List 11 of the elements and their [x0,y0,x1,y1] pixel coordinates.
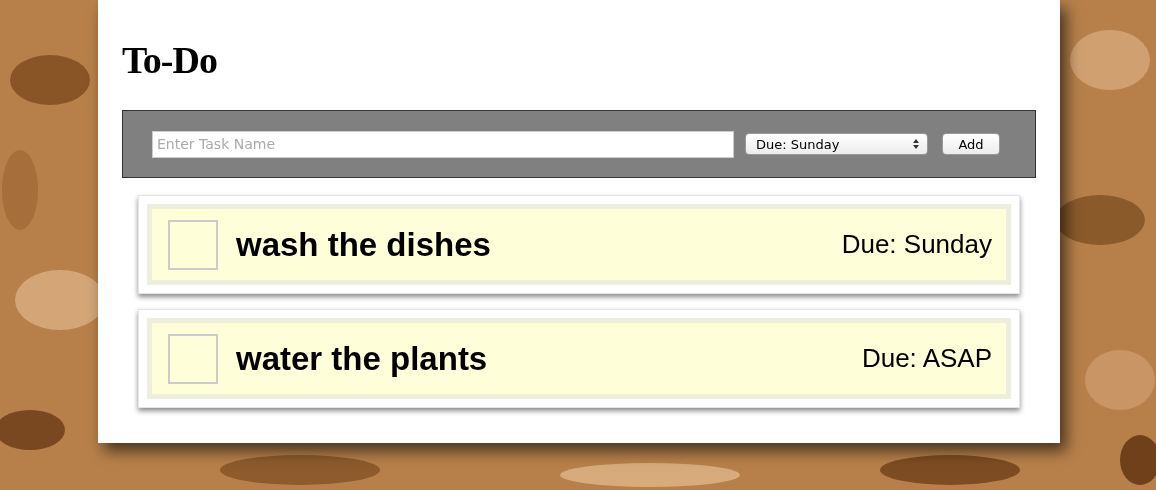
updown-icon [913,139,919,149]
checkbox[interactable] [168,219,218,270]
task-name: water the plants [236,339,489,378]
due-label: Due: ASAP [861,343,992,374]
due-label: Due: Sunday [841,229,992,260]
task-name-field[interactable]: Enter Task Name [152,130,734,158]
task-name: wash the dishes [236,225,492,264]
due-dropdown[interactable]: Due: Sunday [745,133,928,155]
add-button[interactable]: Add [942,133,1000,155]
page-title: To-Do [122,38,217,83]
checkbox[interactable] [168,333,218,384]
